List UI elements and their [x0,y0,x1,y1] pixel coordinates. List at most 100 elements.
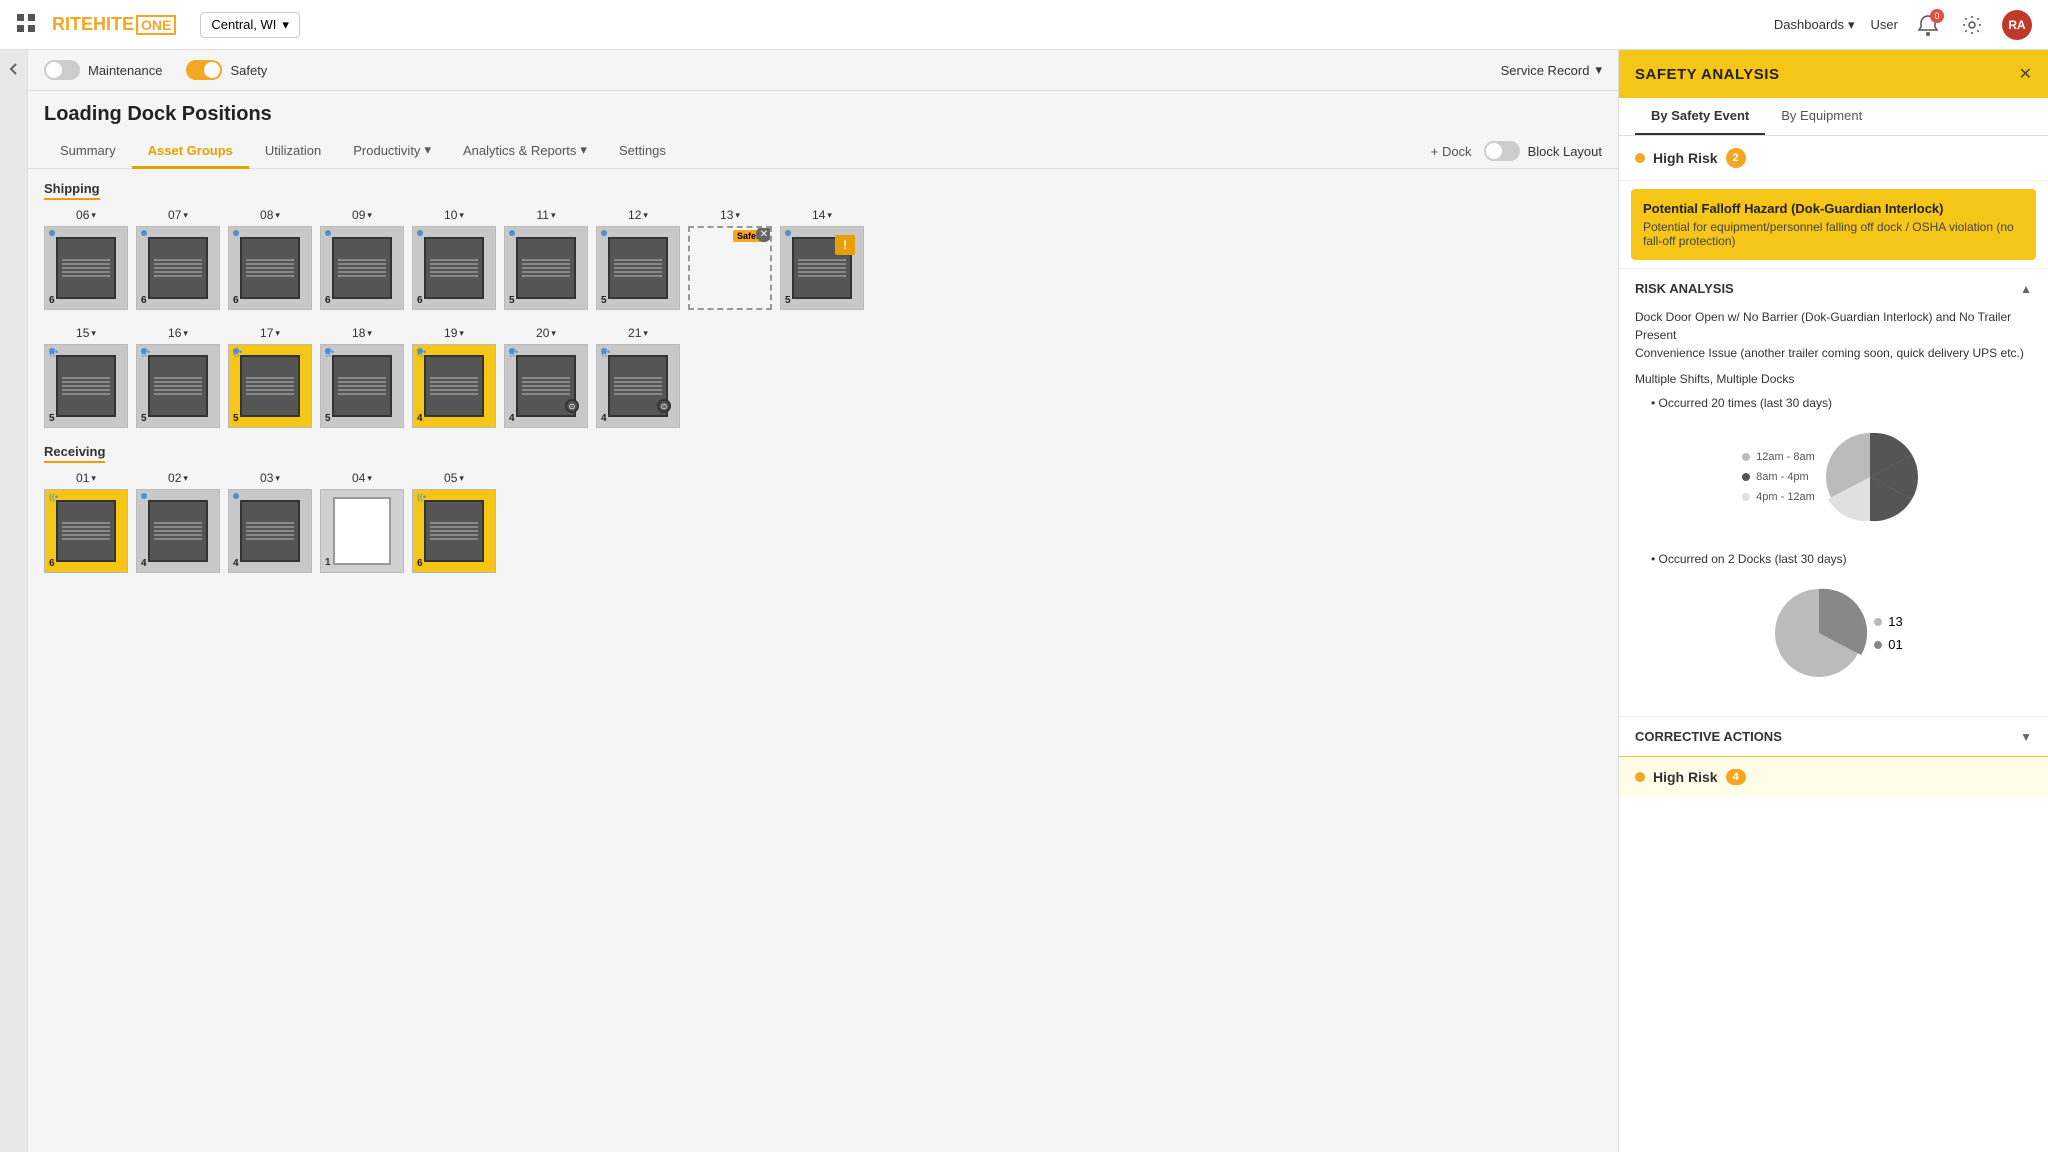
dock-card-13[interactable]: Safety✕ [688,226,772,310]
add-dock-button[interactable]: + Dock [1431,144,1472,159]
dock-column-10: 10 ▾6 [412,208,496,310]
dock-card-04[interactable]: 1 [320,489,404,573]
tab-analytics[interactable]: Analytics & Reports ▾ [447,134,603,169]
dock-card-12[interactable]: 5 [596,226,680,310]
dock-card-07[interactable]: 6 [136,226,220,310]
dock-count-05: 6 [417,558,423,569]
page-title: Loading Dock Positions [44,103,1602,126]
dock-close-btn-13[interactable]: ✕ [756,226,772,242]
dock-card-16[interactable]: ((•5 [136,344,220,428]
user-avatar[interactable]: RA [2002,10,2032,40]
dock-card-11[interactable]: 5 [504,226,588,310]
dock-number-05: 05 ▾ [444,471,464,485]
dock-column-07: 07 ▾ 6 [136,208,220,310]
dock-count-18: 5 [325,413,331,424]
content-area: Maintenance Safety Service Record ▾ Load… [28,50,1618,1152]
receiving-section: Receiving 01 ▾((•602 ▾403 ▾404 ▾105 ▾((•… [44,444,1602,573]
wifi-indicator-21: ((• [601,347,610,357]
safety-toggle[interactable] [186,60,222,80]
risk-analysis-header[interactable]: RISK ANALYSIS ▲ [1635,281,2032,296]
dock-card-20[interactable]: ((•4⊙ [504,344,588,428]
dock-count-16: 5 [141,413,147,424]
dock-number-16: 16 ▾ [168,326,188,340]
shipping-dock-row-2: 15 ▾((•516 ▾((•517 ▾((•518 ▾((•519 ▾((•4… [44,326,1602,428]
dock-column-21: 21 ▾((•4⊙ [596,326,680,428]
dock-card-01[interactable]: ((• 6 [44,489,128,573]
dock-card-02[interactable]: 4 [136,489,220,573]
dock-number-04: 04 ▾ [352,471,372,485]
dock-card-08[interactable]: 6 [228,226,312,310]
dock-card-15[interactable]: ((•5 [44,344,128,428]
risk-label: High Risk [1653,150,1718,166]
pie-svg-2 [1764,578,1874,688]
wifi-indicator-18: ((• [325,347,334,357]
receiving-dock-row: 01 ▾((•602 ▾403 ▾404 ▾105 ▾((•6 [44,471,1602,573]
pie-legend-1: 12am - 8am 8am - 4pm 4pm - 12am [1742,451,1815,503]
maintenance-toggle[interactable] [44,60,80,80]
tab-productivity[interactable]: Productivity ▾ [337,134,447,169]
tab-settings[interactable]: Settings [603,135,682,169]
shipping-section: Shipping 06 ▾607 ▾608 ▾609 ▾610 ▾611 ▾51… [44,181,1602,428]
wifi-indicator-17: ((• [233,347,242,357]
dock-number-03: 03 ▾ [260,471,280,485]
block-layout-toggle: Block Layout [1484,141,1602,161]
dock-card-09[interactable]: 6 [320,226,404,310]
shipping-label: Shipping [44,181,100,200]
dock-number-13: 13 ▾ [720,208,740,222]
legend-12am: 12am - 8am [1742,451,1815,463]
tab-by-safety-event[interactable]: By Safety Event [1635,98,1765,135]
alert-card[interactable]: Potential Falloff Hazard (Dok-Guardian I… [1631,189,2036,260]
dot-indicator-08 [233,230,239,236]
dock-number-14: 14 ▾ [812,208,832,222]
dock-count-01: 6 [49,558,55,569]
notification-icon[interactable]: 0 [1914,11,1942,39]
tab-summary[interactable]: Summary [44,135,132,169]
dock-count-08: 6 [233,295,239,306]
dock-card-05[interactable]: ((•6 [412,489,496,573]
dock-card-19[interactable]: ((•4 [412,344,496,428]
legend-4pm: 4pm - 12am [1742,491,1815,503]
dock-card-03[interactable]: 4 [228,489,312,573]
dock-column-02: 02 ▾4 [136,471,220,573]
dock-column-17: 17 ▾((•5 [228,326,312,428]
wifi-indicator-01: ((• [49,492,58,502]
corrective-actions-chevron-icon: ▼ [2020,730,2032,744]
footer-risk-dot-icon [1635,772,1645,782]
grid-menu-icon[interactable] [16,13,36,36]
panel-content: High Risk 2 Potential Falloff Hazard (Do… [1619,136,2048,1152]
dashboards-button[interactable]: Dashboards ▾ [1774,17,1855,33]
dock-grid-area: Shipping 06 ▾607 ▾608 ▾609 ▾610 ▾611 ▾51… [28,169,1618,1152]
tab-asset-groups[interactable]: Asset Groups [132,135,249,169]
dock-number-11: 11 ▾ [537,208,556,222]
risk-main-text: Dock Door Open w/ No Barrier (Dok-Guardi… [1635,308,2032,362]
tab-by-equipment[interactable]: By Equipment [1765,98,1878,135]
panel-close-button[interactable]: ✕ [2019,64,2032,84]
block-layout-switch[interactable] [1484,141,1520,161]
dock-card-18[interactable]: ((• 5 [320,344,404,428]
dock-number-12: 12 ▾ [628,208,648,222]
sidebar-toggle[interactable] [0,50,28,1152]
settings-icon[interactable] [1958,11,1986,39]
dock-card-17[interactable]: ((• 5 [228,344,312,428]
location-selector[interactable]: Central, WI ▾ [200,12,300,38]
panel-tabs: By Safety Event By Equipment [1619,98,2048,136]
dock-number-07: 07 ▾ [168,208,188,222]
top-nav: RITEHITEONE Central, WI ▾ Dashboards ▾ U… [0,0,2048,50]
dock-count-17: 5 [233,413,239,424]
location-dropdown-icon: ▾ [282,17,289,33]
alert-description: Potential for equipment/personnel fallin… [1643,220,2024,248]
dock-card-10[interactable]: 6 [412,226,496,310]
dot-indicator-09 [325,230,331,236]
dock-card-21[interactable]: ((•4⊙ [596,344,680,428]
dock-column-06: 06 ▾6 [44,208,128,310]
pie-chart-2: 13 01 [1635,570,2032,704]
dot-indicator-10 [417,230,423,236]
dock-card-06[interactable]: 6 [44,226,128,310]
corrective-actions-header[interactable]: CORRECTIVE ACTIONS ▼ [1619,716,2048,756]
legend-8am: 8am - 4pm [1742,471,1815,483]
safety-analysis-panel: SAFETY ANALYSIS ✕ By Safety Event By Equ… [1618,50,2048,1152]
dock-count-02: 4 [141,558,147,569]
service-record-button[interactable]: Service Record ▾ [1501,62,1602,78]
dock-card-14[interactable]: 5! [780,226,864,310]
tab-utilization[interactable]: Utilization [249,135,337,169]
